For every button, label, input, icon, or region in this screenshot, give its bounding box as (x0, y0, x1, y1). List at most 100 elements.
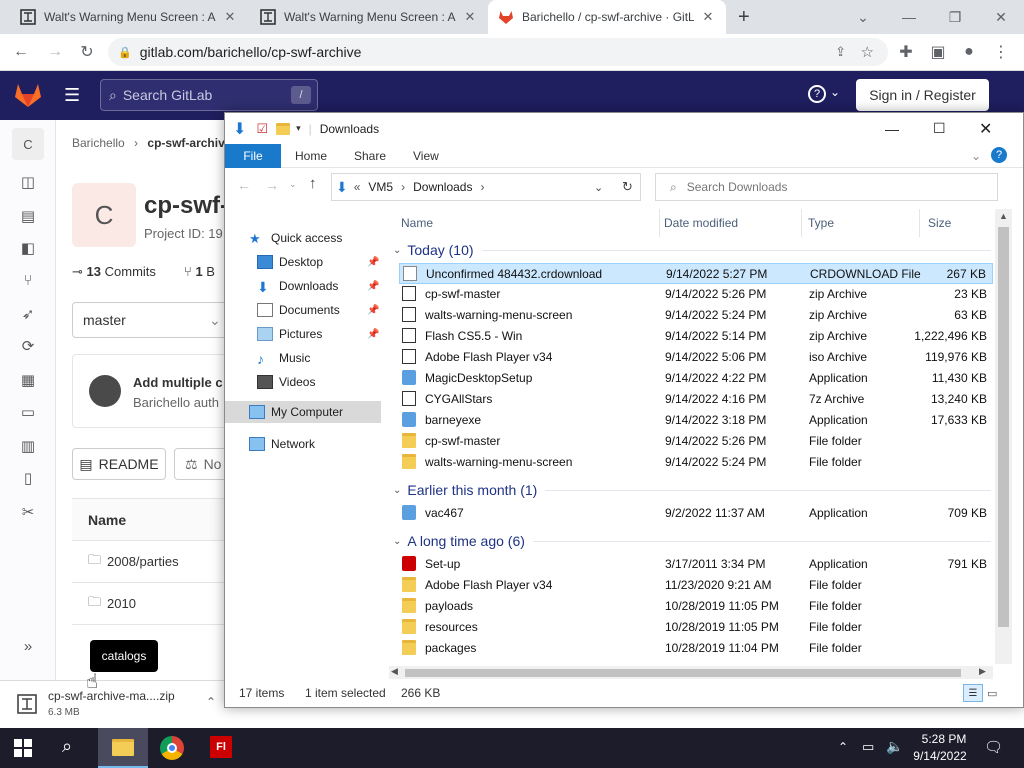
search-downloads-input[interactable]: ⌕ Search Downloads (655, 173, 998, 201)
breadcrumb-owner[interactable]: Barichello (72, 136, 125, 150)
download-arrow-icon[interactable]: ⬇ (233, 119, 246, 139)
monitor-icon[interactable]: ▭ (18, 402, 38, 422)
menu-kebab-icon[interactable]: ⋮ (988, 40, 1014, 64)
nav-videos[interactable]: Videos (257, 371, 315, 393)
browser-tab-3-active[interactable]: Barichello / cp-swf-archive · GitL ✕ (488, 0, 726, 34)
file-row[interactable]: cp-swf-master 9/14/2022 5:26 PM File folde… (399, 431, 993, 452)
refresh-icon[interactable]: ↻ (622, 179, 633, 195)
browser-tab-2[interactable]: Walt's Warning Menu Screen : Ar ✕ (250, 0, 488, 34)
project-avatar[interactable]: C (12, 128, 44, 160)
chevron-up-icon[interactable]: ⌃ (206, 695, 216, 709)
column-header-size[interactable]: Size (919, 209, 951, 237)
issues-icon[interactable]: ◧ (18, 238, 38, 258)
file-row[interactable]: cp-swf-master 9/14/2022 5:26 PM zip Archiv… (399, 284, 993, 305)
horizontal-scrollbar[interactable]: ◀ ▶ (389, 666, 993, 679)
gitlab-logo-icon[interactable] (14, 82, 42, 108)
forward-arrow-icon[interactable]: → (265, 177, 279, 193)
help-icon[interactable]: ? (991, 147, 1007, 163)
path-segment-downloads[interactable]: Downloads (413, 180, 472, 194)
chrome-taskbar-icon[interactable] (160, 736, 184, 760)
nav-quick-access[interactable]: ★ Quick access (249, 227, 342, 249)
file-explorer-taskbar-icon[interactable] (98, 728, 148, 768)
column-header-name[interactable]: Name (401, 209, 433, 237)
nav-documents[interactable]: Documents 📌 (257, 299, 381, 321)
nav-desktop[interactable]: Desktop 📌 (257, 251, 381, 273)
large-icons-view-icon[interactable]: ▭ (987, 687, 997, 700)
file-row[interactable]: vac467 9/2/2022 11:37 AM Application 709 KB (399, 503, 993, 524)
nav-pictures[interactable]: Pictures 📌 (257, 323, 381, 345)
file-row[interactable]: Adobe Flash Player v34 9/14/2022 5:06 PM i… (399, 347, 993, 368)
tab-file[interactable]: File (225, 144, 281, 168)
analytics-icon[interactable]: ▥ (18, 436, 38, 456)
file-row[interactable]: Adobe Flash Player v34 11/23/2020 9:21 AM… (399, 575, 993, 596)
close-tab-icon[interactable]: ✕ (700, 9, 716, 25)
new-folder-icon[interactable] (276, 122, 291, 135)
scroll-left-arrow-icon[interactable]: ◀ (391, 666, 398, 677)
close-tab-icon[interactable]: ✕ (222, 9, 238, 25)
merge-requests-icon[interactable]: ⑂ (18, 270, 38, 290)
flash-taskbar-icon[interactable]: Fl (210, 736, 232, 758)
address-dropdown-icon[interactable]: ⌄ (594, 181, 603, 194)
details-view-icon[interactable]: ☰ (963, 684, 983, 702)
minimize-icon[interactable]: — (885, 121, 899, 137)
cicd-rocket-icon[interactable]: ➶ (18, 304, 38, 324)
notifications-icon[interactable]: 🗨 (984, 738, 1003, 756)
collapse-sidebar-icon[interactable]: » (18, 636, 38, 656)
nav-my-computer[interactable]: My Computer (225, 401, 381, 423)
hamburger-menu-icon[interactable]: ☰ (64, 85, 80, 106)
branch-selector[interactable]: master ⌄ (72, 302, 232, 338)
share-icon[interactable]: ⇪ (835, 44, 846, 60)
recent-locations-icon[interactable]: ⌄ (289, 179, 297, 190)
new-tab-button[interactable]: + (734, 0, 762, 34)
snippets-icon[interactable]: ✂ (18, 502, 38, 522)
file-row[interactable]: walts-warning-menu-screen 9/14/2022 5:24 … (399, 452, 993, 473)
close-window-icon[interactable]: ✕ (978, 0, 1024, 34)
help-chevron-icon[interactable]: ⌄ (830, 85, 840, 99)
file-row[interactable]: packages 10/28/2019 11:04 PM File folder (399, 638, 993, 659)
address-bar[interactable]: ⬇ « VM5 › Downloads › ⌄ ↻ (331, 173, 641, 201)
file-row[interactable]: barneyexe 9/14/2022 3:18 PM Application 17,… (399, 410, 993, 431)
show-hidden-icons-chevron-icon[interactable]: ⌃ (838, 740, 848, 754)
tab-share[interactable]: Share (354, 144, 386, 168)
start-windows-icon[interactable] (14, 739, 32, 757)
back-icon[interactable]: ← (8, 40, 34, 64)
commit-title[interactable]: Add multiple c (133, 375, 223, 390)
sign-in-button[interactable]: Sign in / Register (856, 79, 989, 111)
close-icon[interactable]: ✕ (979, 119, 992, 139)
clock-date[interactable]: 9/14/2022 (908, 749, 972, 763)
browser-tab-1[interactable]: Walt's Warning Menu Screen : Ar ✕ (10, 0, 248, 34)
reload-icon[interactable]: ↻ (74, 40, 100, 64)
up-arrow-icon[interactable]: ↑ (309, 175, 317, 192)
quick-access-dropdown-icon[interactable]: ▾ (296, 123, 301, 134)
group-collapse-chevron-icon[interactable]: ⌄ (393, 485, 401, 496)
file-row[interactable]: walts-warning-menu-screen 9/14/2022 5:24 … (399, 305, 993, 326)
breadcrumb-project[interactable]: cp-swf-archive (147, 136, 231, 150)
deployments-icon[interactable]: ⟳ (18, 336, 38, 356)
scroll-right-arrow-icon[interactable]: ▶ (979, 666, 986, 677)
tab-home[interactable]: Home (295, 144, 327, 168)
vertical-scrollbar[interactable]: ▲ (995, 209, 1012, 664)
commits-link[interactable]: ⊸ 13 Commits (72, 264, 156, 280)
close-tab-icon[interactable]: ✕ (462, 9, 478, 25)
group-collapse-chevron-icon[interactable]: ⌄ (393, 245, 401, 256)
table-row[interactable]: 🗀 2008/parties (72, 540, 224, 582)
file-row[interactable]: Set-up 3/17/2011 3:34 PM Application 791 KB (399, 554, 993, 575)
clock-time[interactable]: 5:28 PM (916, 732, 972, 746)
repository-icon[interactable]: ▤ (18, 206, 38, 226)
back-arrow-icon[interactable]: ← (237, 177, 251, 193)
path-overflow[interactable]: « (354, 180, 361, 194)
file-row[interactable]: payloads 10/28/2019 11:05 PM File folder (399, 596, 993, 617)
volume-icon[interactable]: 🔈 (886, 738, 903, 755)
forward-icon[interactable]: → (42, 40, 68, 64)
file-row[interactable]: Flash CS5.5 - Win 9/14/2022 5:14 PM zip Ar… (399, 326, 993, 347)
file-row[interactable]: CYGAllStars 9/14/2022 4:16 PM 7z Archive 13… (399, 389, 993, 410)
ribbon-expand-chevron-icon[interactable]: ⌄ (971, 144, 981, 168)
readme-button[interactable]: ▤ README (72, 448, 166, 480)
project-overview-icon[interactable]: ◫ (18, 172, 38, 192)
minimize-icon[interactable]: — (886, 0, 932, 34)
column-header-type[interactable]: Type (801, 209, 834, 237)
file-row[interactable]: MagicDesktopSetup 9/14/2022 4:22 PM Applic… (399, 368, 993, 389)
nav-music[interactable]: ♪ Music (257, 347, 310, 369)
maximize-icon[interactable]: ☐ (933, 120, 946, 137)
wiki-icon[interactable]: ▯ (18, 468, 38, 488)
